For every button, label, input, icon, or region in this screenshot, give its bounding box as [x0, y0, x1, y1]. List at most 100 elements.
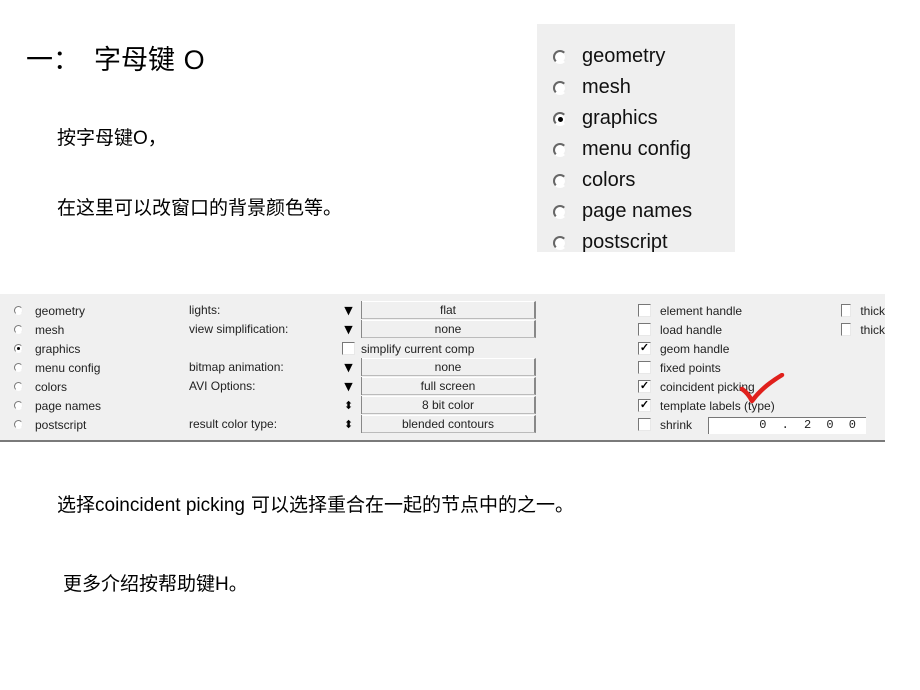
checkbox-checked-icon[interactable]: ✓	[638, 380, 651, 393]
view-simplification-dropdown[interactable]: ▼ none	[336, 320, 536, 338]
radio-label: page names	[582, 200, 693, 222]
radio-colors[interactable]: colors	[553, 165, 635, 196]
panel-radio-menu-config[interactable]: menu config	[14, 358, 100, 377]
checkbox-label: thick	[860, 322, 885, 337]
result-color-type-toggle[interactable]: ⬍ blended contours	[336, 415, 536, 433]
paragraph-coincident-picking: 选择coincident picking 可以选择重合在一起的节点中的之一。	[57, 490, 574, 517]
radio-graphics[interactable]: graphics	[553, 103, 658, 134]
radio-button-icon[interactable]	[14, 363, 23, 372]
radio-mesh[interactable]: mesh	[553, 72, 631, 103]
checkbox-label: thick	[860, 303, 885, 318]
radio-label: geometry	[582, 45, 666, 67]
radio-button-icon[interactable]	[553, 235, 567, 250]
lights-label: lights:	[189, 303, 221, 317]
para3-text-2: 可以选择重合在一起的节点中的之一。	[245, 494, 575, 516]
panel-radio-graphics[interactable]: graphics	[14, 339, 80, 358]
checkbox-label: fixed points	[660, 360, 721, 375]
paragraph-press-key: 按字母键O，	[57, 123, 167, 150]
bitmap-animation-label: bitmap animation:	[189, 360, 284, 374]
radio-button-icon[interactable]	[14, 382, 23, 391]
up-down-toggle-icon[interactable]: ⬍	[336, 396, 362, 414]
bitmap-animation-dropdown[interactable]: ▼ none	[336, 358, 536, 376]
radio-button-icon[interactable]	[14, 401, 23, 410]
checkbox-thick-1[interactable]: thick	[841, 301, 885, 320]
checkbox-shrink[interactable]: shrink	[638, 415, 692, 434]
radio-label: menu config	[582, 138, 691, 160]
radio-label: geometry	[35, 303, 86, 318]
checkbox-element-handle[interactable]: element handle	[638, 301, 742, 320]
color-depth-toggle[interactable]: ⬍ 8 bit color	[336, 396, 536, 414]
checkbox-icon[interactable]	[638, 323, 651, 336]
radio-label: graphics	[35, 341, 81, 356]
bitmap-animation-value[interactable]: none	[362, 358, 536, 376]
paragraph-background-color: 在这里可以改窗口的背景颜色等。	[57, 197, 343, 219]
checkbox-label: geom handle	[660, 341, 730, 356]
checkbox-icon[interactable]	[638, 418, 651, 431]
checkbox-icon[interactable]	[841, 304, 852, 317]
color-depth-value[interactable]: 8 bit color	[362, 396, 536, 414]
radio-button-selected-icon[interactable]	[14, 344, 23, 353]
radio-label: menu config	[35, 360, 101, 375]
radio-label: postscript	[35, 417, 87, 432]
shrink-value-input[interactable]: 0 . 2 0 0	[708, 417, 866, 434]
dropdown-arrow-icon[interactable]: ▼	[336, 377, 362, 395]
radio-menu-config[interactable]: menu config	[553, 134, 691, 165]
panel-radio-postscript[interactable]: postscript	[14, 415, 86, 434]
checkbox-geom-handle[interactable]: ✓ geom handle	[638, 339, 729, 358]
checkbox-load-handle[interactable]: load handle	[638, 320, 722, 339]
radio-button-icon[interactable]	[14, 420, 23, 429]
panel-radio-page-names[interactable]: page names	[14, 396, 101, 415]
slide-heading: 一： 字母键 O	[26, 38, 205, 77]
radio-geometry[interactable]: geometry	[553, 41, 665, 72]
radio-label: colors	[35, 379, 68, 394]
simplify-current-comp-checkbox[interactable]: simplify current comp	[342, 339, 474, 358]
radio-page-names[interactable]: page names	[553, 196, 692, 227]
dropdown-arrow-icon[interactable]: ▼	[336, 358, 362, 376]
para4-text: 更多介绍按帮助键	[63, 573, 216, 595]
checkbox-icon[interactable]	[638, 304, 651, 317]
options-radio-group-zoom: geometry mesh graphics menu config color…	[537, 24, 735, 253]
panel-radio-mesh[interactable]: mesh	[14, 320, 64, 339]
checkbox-fixed-points[interactable]: fixed points	[638, 358, 721, 377]
panel-radio-colors[interactable]: colors	[14, 377, 67, 396]
radio-button-icon[interactable]	[553, 173, 567, 188]
checkbox-label: load handle	[660, 322, 723, 337]
radio-button-icon[interactable]	[553, 80, 567, 95]
para3-option-name: coincident picking	[95, 495, 245, 516]
radio-label: mesh	[35, 322, 65, 337]
checkbox-thick-2[interactable]: thick	[841, 320, 885, 339]
para1-key: O	[133, 128, 148, 149]
checkbox-checked-icon[interactable]: ✓	[638, 399, 651, 412]
view-simplification-value[interactable]: none	[362, 320, 536, 338]
radio-label: postscript	[582, 231, 668, 253]
dropdown-arrow-icon[interactable]: ▼	[336, 301, 362, 319]
radio-label: page names	[35, 398, 102, 413]
radio-button-icon[interactable]	[14, 306, 23, 315]
checkbox-icon[interactable]	[342, 342, 355, 355]
panel-radio-geometry[interactable]: geometry	[14, 301, 85, 320]
dropdown-arrow-icon[interactable]: ▼	[336, 320, 362, 338]
avi-options-label: AVI Options:	[189, 379, 256, 393]
radio-button-selected-icon[interactable]	[553, 111, 567, 126]
lights-value[interactable]: flat	[362, 301, 536, 319]
radio-label: graphics	[582, 107, 658, 129]
paragraph-help-key: 更多介绍按帮助键H。	[63, 569, 248, 596]
radio-button-icon[interactable]	[553, 49, 567, 64]
checkbox-icon[interactable]	[638, 361, 651, 374]
avi-options-value[interactable]: full screen	[362, 377, 536, 395]
radio-button-icon[interactable]	[553, 204, 567, 219]
checkbox-icon[interactable]	[841, 323, 852, 336]
result-color-type-label: result color type:	[189, 417, 278, 431]
avi-options-dropdown[interactable]: ▼ full screen	[336, 377, 536, 395]
radio-button-icon[interactable]	[14, 325, 23, 334]
para1-tail: ，	[147, 127, 167, 149]
radio-button-icon[interactable]	[553, 142, 567, 157]
up-down-toggle-icon[interactable]: ⬍	[336, 415, 362, 433]
view-simplification-label: view simplification:	[189, 322, 289, 336]
result-color-type-value[interactable]: blended contours	[362, 415, 536, 433]
radio-label: mesh	[582, 76, 631, 98]
lights-dropdown[interactable]: ▼ flat	[336, 301, 536, 319]
para4-key: H	[215, 574, 229, 595]
checkbox-checked-icon[interactable]: ✓	[638, 342, 651, 355]
radio-postscript[interactable]: postscript	[553, 227, 668, 258]
